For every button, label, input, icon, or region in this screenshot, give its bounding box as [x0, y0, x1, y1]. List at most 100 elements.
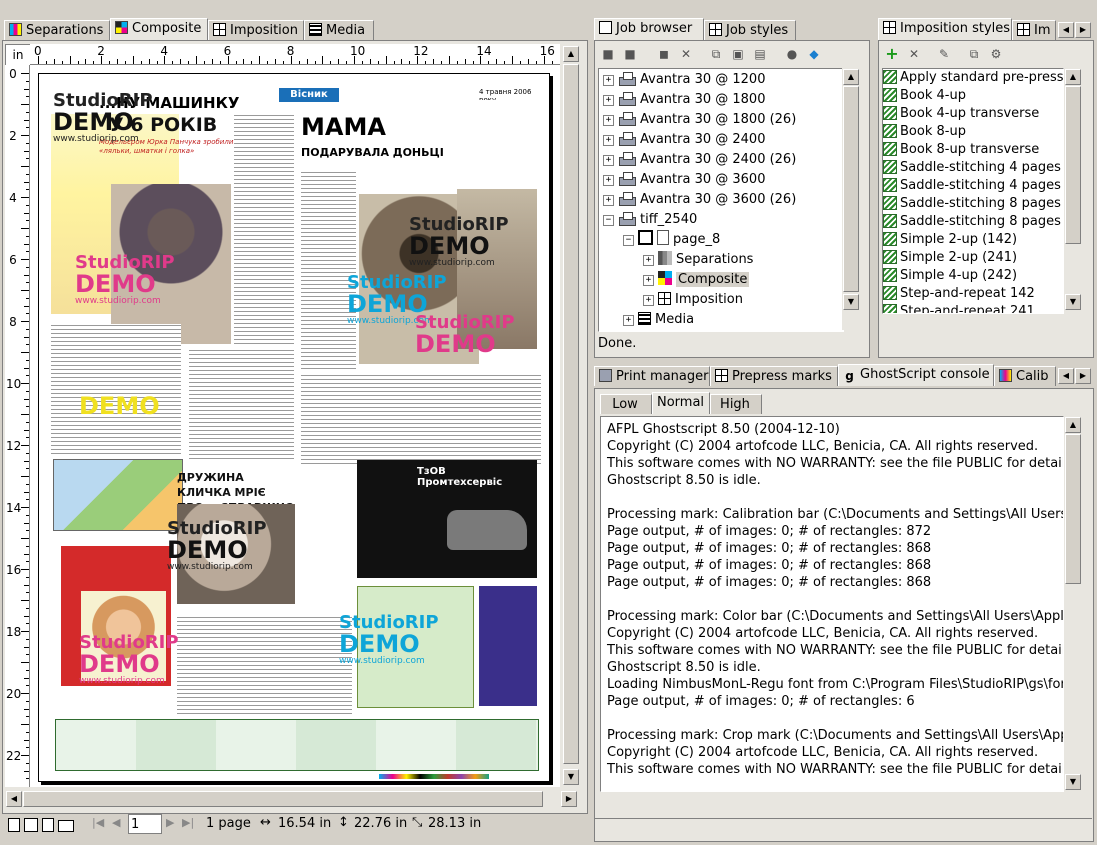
imposition-style-item[interactable]: Simple 4-up (242): [883, 267, 1017, 285]
scroll-up-button[interactable]: ▲: [843, 69, 859, 85]
imposition-style-item[interactable]: Step-and-repeat 241: [883, 303, 1035, 313]
tree-item-avantra-2400-26[interactable]: + Avantra 30 @ 2400 (26): [603, 150, 796, 170]
preview-vscrollbar[interactable]: ▲ ▼: [562, 44, 580, 787]
tree-item-avantra-1200[interactable]: + Avantra 30 @ 1200: [603, 70, 765, 90]
expand-icon[interactable]: +: [623, 315, 634, 326]
scroll-down-button[interactable]: ▼: [1065, 294, 1081, 310]
page-single-icon[interactable]: [8, 818, 20, 832]
tree-item-tiff-2540[interactable]: − tiff_2540: [603, 210, 697, 230]
tab-ghostscript-console[interactable]: g GhostScript console: [838, 364, 994, 386]
pause-icon[interactable]: ■: [622, 46, 638, 62]
edit-icon[interactable]: ✎: [936, 46, 952, 62]
copy-icon[interactable]: ⧉: [708, 46, 724, 62]
imposition-style-item[interactable]: Saddle-stitching 8 pages: [883, 195, 1061, 213]
expand-icon[interactable]: +: [603, 155, 614, 166]
collapse-icon[interactable]: −: [603, 215, 614, 226]
expand-icon[interactable]: +: [643, 275, 654, 286]
expand-icon[interactable]: +: [643, 295, 654, 306]
first-page-icon[interactable]: |◀: [92, 816, 104, 829]
scroll-up-button[interactable]: ▲: [563, 46, 579, 62]
scroll-down-button[interactable]: ▼: [843, 294, 859, 310]
tab-imposition[interactable]: Imposition: [208, 20, 304, 40]
collapse-icon[interactable]: −: [623, 235, 634, 246]
scroll-thumb[interactable]: [843, 86, 859, 292]
tab-print-manager[interactable]: Print manager: [594, 366, 710, 386]
tab-job-styles[interactable]: Job styles: [704, 20, 796, 40]
export-icon[interactable]: ◆: [806, 46, 822, 62]
expand-icon[interactable]: +: [603, 135, 614, 146]
tab-prepress-marks[interactable]: Prepress marks: [710, 366, 838, 386]
page-icon[interactable]: ▤: [752, 46, 768, 62]
remove-icon[interactable]: ✕: [906, 46, 922, 62]
imposition-style-item[interactable]: Apply standard pre-press r: [883, 69, 1063, 87]
tree-item-avantra-1800-26[interactable]: + Avantra 30 @ 1800 (26): [603, 110, 796, 130]
tab-scroll-left-button[interactable]: ◀: [1058, 22, 1074, 38]
tab-scroll-right-button[interactable]: ▶: [1075, 368, 1091, 384]
preview-hscrollbar[interactable]: ◀ ▶: [5, 790, 580, 808]
scroll-thumb[interactable]: [563, 64, 579, 764]
tab-media[interactable]: Media: [304, 20, 374, 40]
comment-icon[interactable]: ●: [784, 46, 800, 62]
checkbox-icon[interactable]: [638, 230, 653, 245]
imposition-style-item[interactable]: Book 4-up transverse: [883, 105, 1039, 123]
tree-item-page-8[interactable]: − page_8: [623, 230, 720, 250]
tab-composite[interactable]: Composite: [110, 18, 208, 40]
add-icon[interactable]: +: [884, 46, 900, 62]
imposition-style-item[interactable]: Book 4-up: [883, 87, 966, 105]
properties-icon[interactable]: ⚙: [988, 46, 1004, 62]
last-page-icon[interactable]: ▶|: [182, 816, 194, 829]
imposition-style-item[interactable]: Book 8-up: [883, 123, 966, 141]
tab-scroll-left-button[interactable]: ◀: [1058, 368, 1074, 384]
tab-separations[interactable]: Separations: [4, 20, 110, 40]
tab-calib[interactable]: Calib: [994, 366, 1056, 386]
expand-icon[interactable]: +: [603, 175, 614, 186]
level-low[interactable]: Low: [600, 394, 652, 414]
page-double-icon[interactable]: [24, 818, 38, 832]
scroll-right-button[interactable]: ▶: [561, 791, 577, 807]
imposition-style-item[interactable]: Saddle-stitching 4 pages: [883, 159, 1061, 177]
expand-icon[interactable]: +: [603, 195, 614, 206]
level-normal[interactable]: Normal: [652, 392, 710, 414]
scroll-down-button[interactable]: ▼: [1065, 774, 1081, 790]
tree-item-avantra-1800[interactable]: + Avantra 30 @ 1800: [603, 90, 765, 110]
scroll-down-button[interactable]: ▼: [563, 769, 579, 785]
page-fit-icon[interactable]: [42, 818, 54, 832]
imposition-style-item[interactable]: Simple 2-up (241): [883, 249, 1017, 267]
hscroll-thumb[interactable]: [23, 791, 543, 807]
preview-icon[interactable]: ▣: [730, 46, 746, 62]
imposition-style-item[interactable]: Saddle-stitching 4 pages (t: [883, 177, 1063, 195]
tree-item-separations[interactable]: + Separations: [643, 250, 753, 270]
imposition-style-item[interactable]: Simple 2-up (142): [883, 231, 1017, 249]
expand-icon[interactable]: +: [643, 255, 654, 266]
console-output[interactable]: AFPL Ghostscript 8.50 (2004-12-10) Copyri…: [600, 416, 1064, 792]
next-page-icon[interactable]: ▶: [166, 816, 174, 829]
job-tree-scrollbar[interactable]: ▲ ▼: [842, 68, 860, 330]
tree-item-media[interactable]: + Media: [623, 310, 694, 330]
scroll-thumb[interactable]: [1065, 434, 1081, 584]
tab-im[interactable]: Im: [1012, 20, 1056, 40]
page-land-icon[interactable]: [58, 820, 74, 832]
scroll-thumb[interactable]: [1065, 86, 1081, 244]
tree-item-avantra-3600[interactable]: + Avantra 30 @ 3600: [603, 170, 765, 190]
prev-page-icon[interactable]: ◀: [112, 816, 120, 829]
page-number-input[interactable]: [128, 814, 162, 834]
tree-item-imposition[interactable]: + Imposition: [643, 290, 743, 310]
ruler-unit-label[interactable]: in: [5, 44, 31, 66]
expand-icon[interactable]: +: [603, 115, 614, 126]
level-high[interactable]: High: [710, 394, 762, 414]
tree-item-avantra-3600-26[interactable]: + Avantra 30 @ 3600 (26): [603, 190, 796, 210]
tab-job-browser[interactable]: Job browser: [594, 18, 704, 40]
stop-icon[interactable]: ◼: [656, 46, 672, 62]
expand-icon[interactable]: +: [603, 75, 614, 86]
console-vscrollbar[interactable]: ▲ ▼: [1064, 416, 1082, 792]
scroll-up-button[interactable]: ▲: [1065, 69, 1081, 85]
tab-imposition-styles[interactable]: Imposition styles: [878, 18, 1012, 40]
scroll-up-button[interactable]: ▲: [1065, 417, 1081, 433]
tab-scroll-right-button[interactable]: ▶: [1075, 22, 1091, 38]
duplicate-icon[interactable]: ⧉: [966, 46, 982, 62]
imposition-style-item[interactable]: Saddle-stitching 8 pages (t: [883, 213, 1063, 231]
expand-icon[interactable]: +: [603, 95, 614, 106]
tree-item-avantra-2400[interactable]: + Avantra 30 @ 2400: [603, 130, 765, 150]
stop-all-icon[interactable]: ■: [600, 46, 616, 62]
scroll-left-button[interactable]: ◀: [6, 791, 22, 807]
